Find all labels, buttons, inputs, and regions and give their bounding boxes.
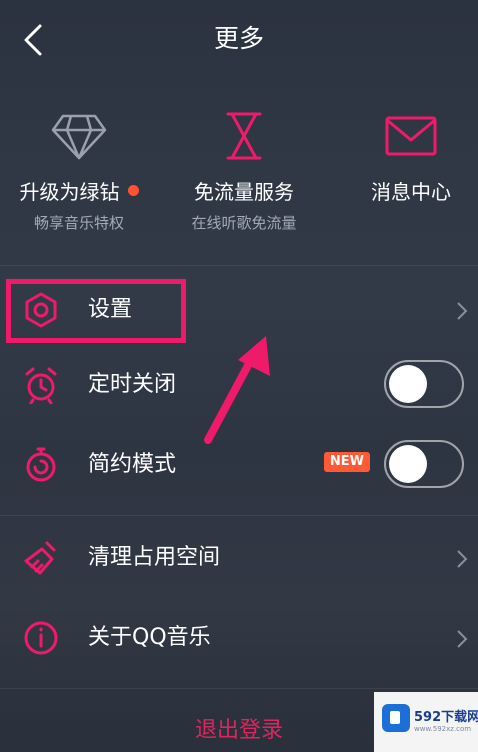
- toggle-knob: [389, 365, 427, 403]
- info-icon: [24, 621, 58, 655]
- feature-shortcuts: 升级为绿钻 畅享音乐特权 免流量服务 在线听歌免流量 消息中心: [0, 100, 478, 250]
- broom-icon: [24, 541, 56, 575]
- annotation-arrow-icon: [204, 336, 270, 444]
- watermark-text: 592下载网: [414, 710, 478, 725]
- toggle-knob: [389, 445, 427, 483]
- simple-mode-toggle[interactable]: [384, 440, 464, 488]
- divider: [0, 515, 478, 516]
- timer-close-toggle[interactable]: [384, 360, 464, 408]
- chevron-right-icon: [457, 630, 468, 648]
- feature-label: 消息中心: [371, 180, 451, 204]
- divider: [0, 265, 478, 266]
- upgrade-green-diamond-button[interactable]: 升级为绿钻 畅享音乐特权: [4, 100, 154, 250]
- hourglass-icon: [226, 112, 262, 160]
- notification-dot: [127, 185, 139, 196]
- feature-label: 免流量服务: [194, 180, 294, 204]
- chevron-right-icon: [457, 302, 468, 320]
- feature-sub-label: 在线听歌免流量: [191, 214, 297, 232]
- envelope-icon: [385, 116, 437, 156]
- top-bar: 更多: [0, 0, 478, 78]
- message-center-button[interactable]: 消息中心: [336, 100, 478, 250]
- data-free-service-button[interactable]: 免流量服务 在线听歌免流量: [169, 100, 319, 250]
- row-label: 定时关闭: [88, 372, 177, 397]
- watermark-url: www.592xz.com: [414, 725, 472, 733]
- watermark-logo-icon: [382, 704, 410, 732]
- page-title: 更多: [213, 24, 264, 53]
- alarm-clock-icon: [25, 367, 57, 404]
- diamond-icon: [51, 114, 107, 160]
- site-watermark: 592下载网 www.592xz.com: [374, 692, 478, 752]
- row-label: 清理占用空间: [88, 545, 221, 570]
- row-label: 简约模式: [88, 452, 177, 477]
- feature-sub-label: 畅享音乐特权: [33, 214, 124, 232]
- row-label: 关于QQ音乐: [88, 625, 211, 650]
- clean-storage-row[interactable]: 清理占用空间: [0, 523, 478, 593]
- about-qq-music-row[interactable]: 关于QQ音乐: [0, 603, 478, 673]
- divider: [0, 688, 478, 689]
- stopwatch-icon: [26, 447, 56, 482]
- new-badge: NEW: [323, 452, 370, 472]
- chevron-right-icon: [457, 550, 468, 568]
- annotation-highlight-box: [6, 279, 186, 343]
- feature-label: 升级为绿钻: [4, 178, 154, 206]
